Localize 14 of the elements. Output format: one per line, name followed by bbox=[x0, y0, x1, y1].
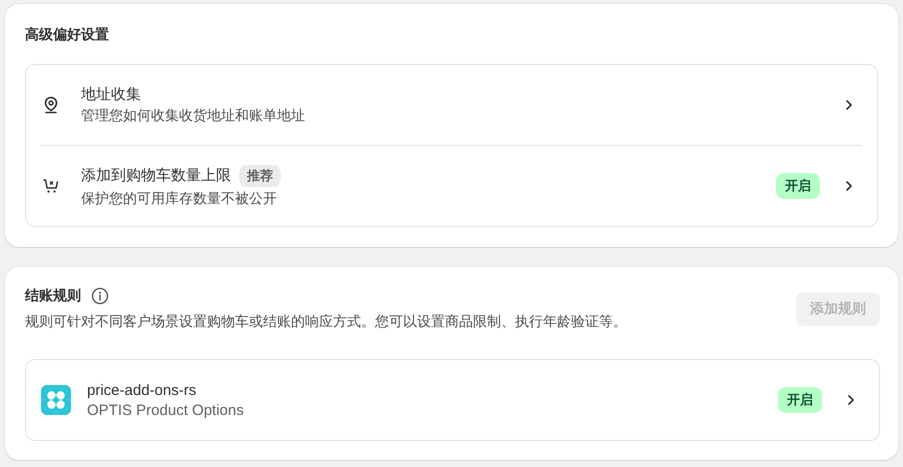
section-title: 高级偏好设置 bbox=[25, 26, 110, 44]
item-description: 管理您如何收集收货地址和账单地址 bbox=[81, 107, 306, 125]
item-title[interactable]: 地址收集 bbox=[81, 85, 141, 104]
section-title: 结账规则 bbox=[25, 287, 81, 305]
item-description: OPTIS Product Options bbox=[87, 402, 245, 418]
section-description: 规则可针对不同客户场景设置购物车或结账的响应方式。您可以设置商品限制、执行年龄验证等。 bbox=[25, 313, 628, 331]
item-description: 保护您的可用库存数量不被公开 bbox=[81, 190, 278, 208]
app-icon bbox=[41, 385, 71, 415]
item-title[interactable]: 添加到购物车数量上限 bbox=[81, 166, 231, 185]
recommended-tag: 推荐 bbox=[239, 164, 281, 186]
info-icon[interactable] bbox=[91, 287, 109, 305]
status-badge: 开启 bbox=[776, 173, 820, 199]
item-title[interactable]: price-add-ons-rs bbox=[87, 382, 196, 398]
status-badge: 开启 bbox=[778, 387, 822, 413]
